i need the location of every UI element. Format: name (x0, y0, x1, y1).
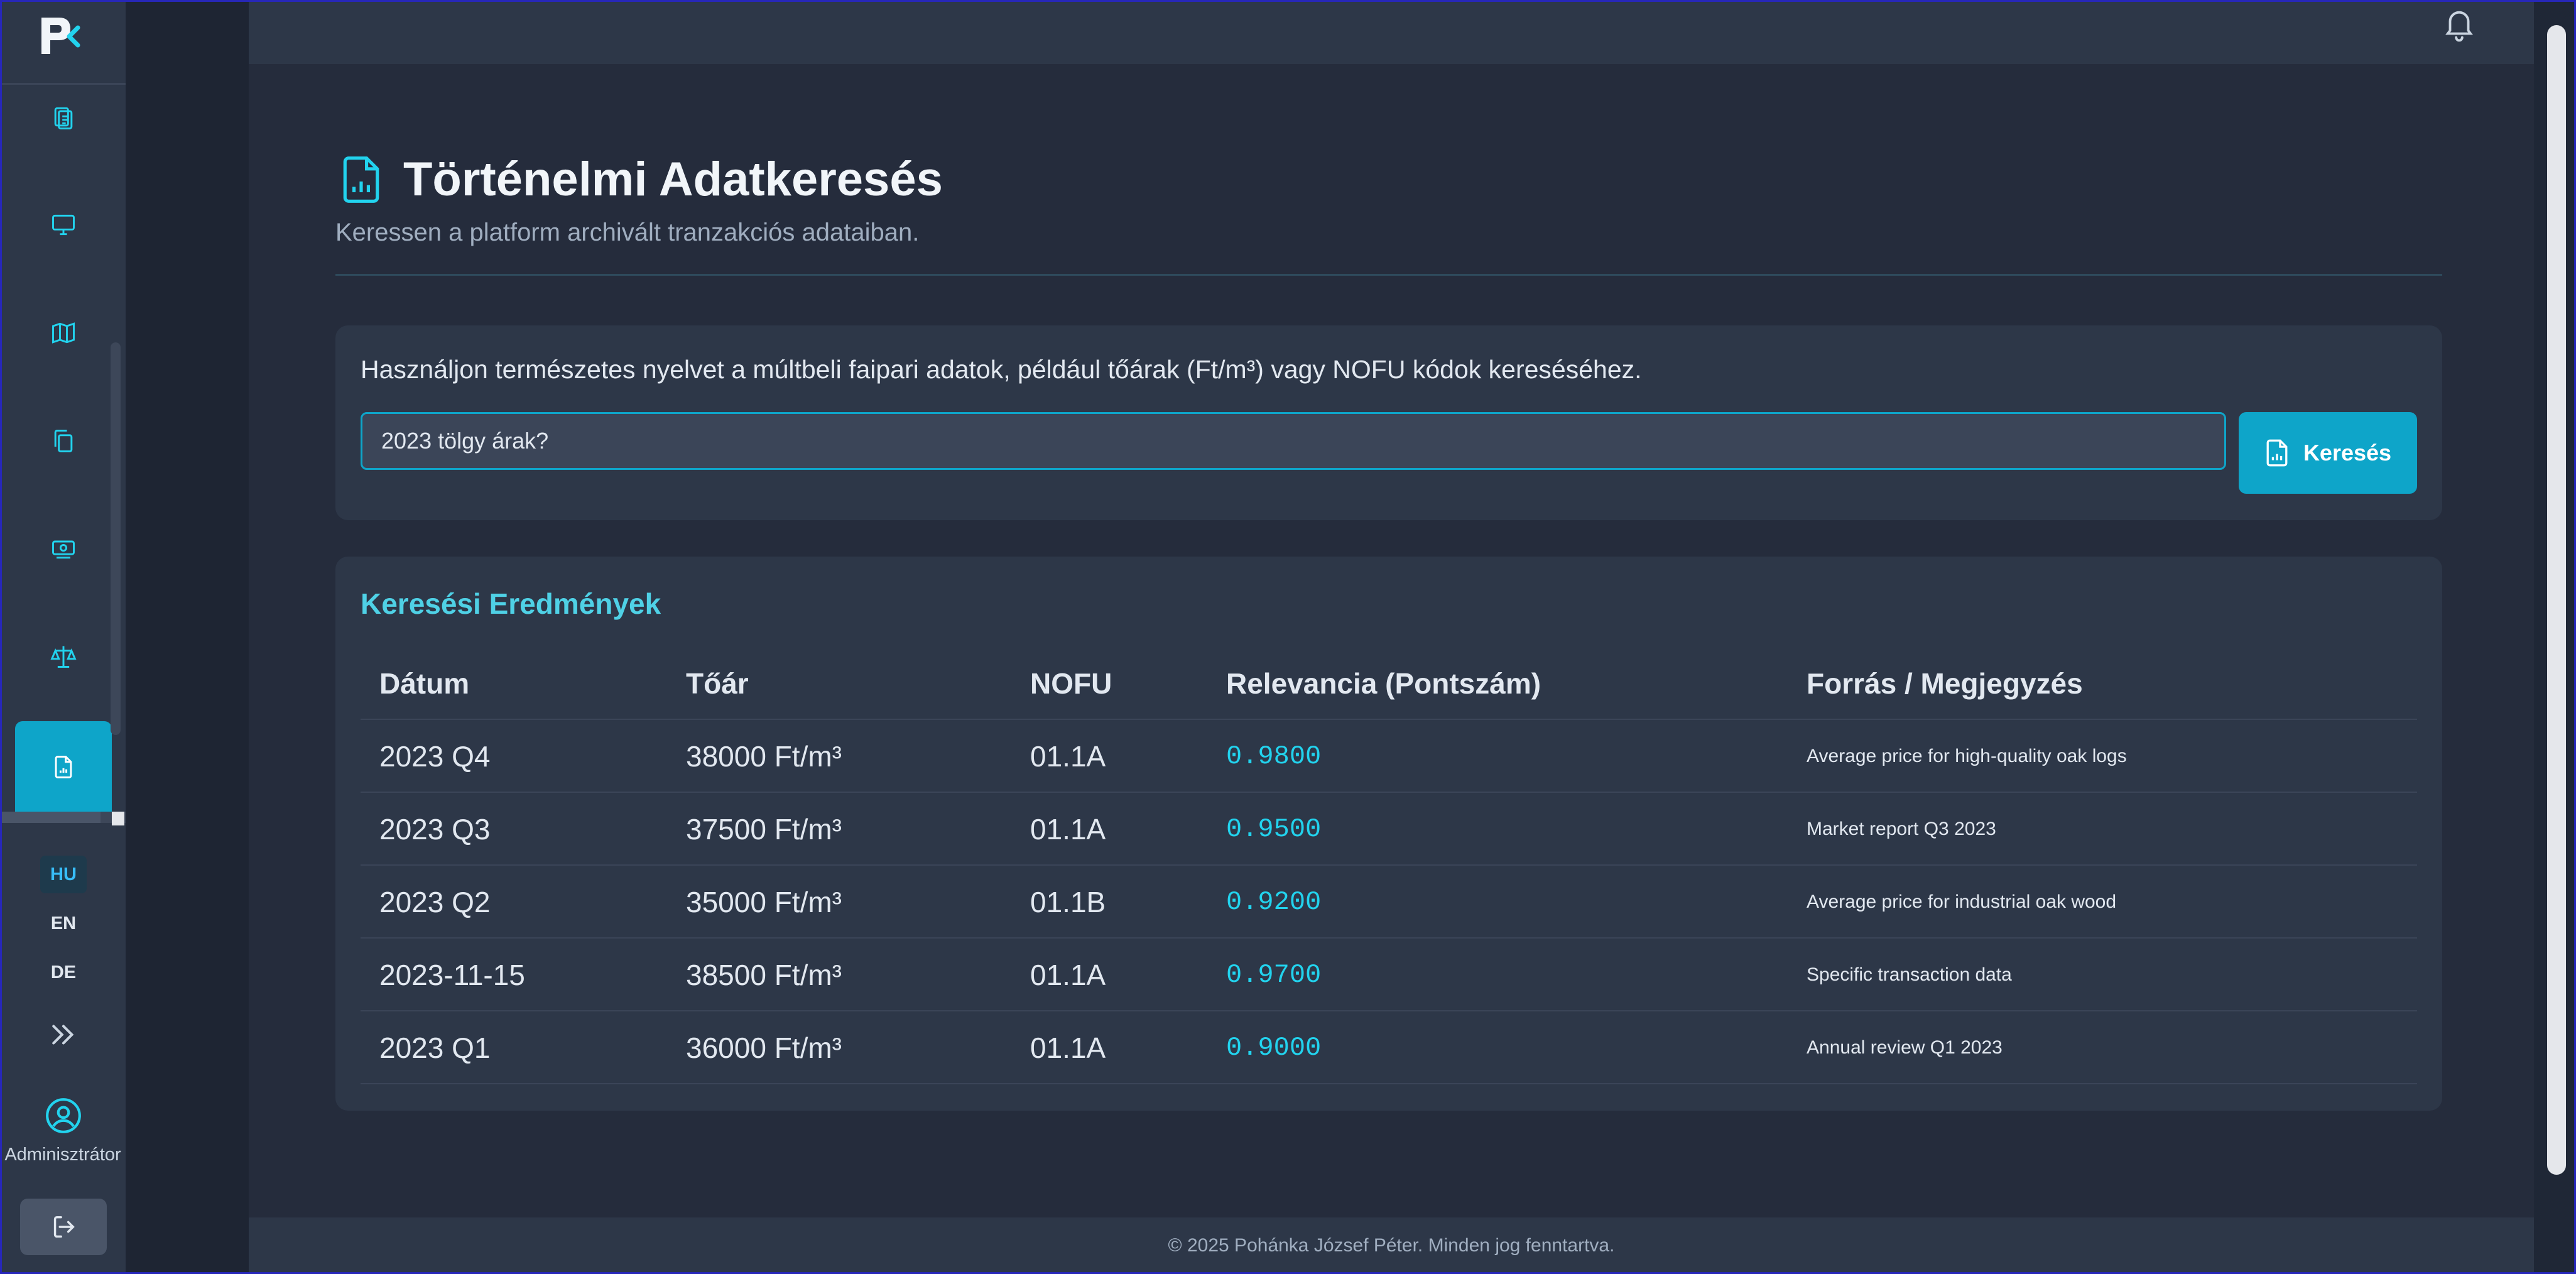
app-logo-icon[interactable] (38, 14, 82, 58)
cell-note: Average price for high-quality oak logs (1807, 746, 2127, 766)
map-icon (52, 322, 75, 344)
footer: © 2025 Pohánka József Péter. Minden jog … (249, 1217, 2534, 1274)
table-row[interactable]: 2023 Q4 38000 Ft/m³ 01.1A 0.9800 Average… (361, 720, 2417, 793)
cell-nofu: 01.1A (1030, 740, 1106, 773)
sidebar-scrollbar[interactable] (111, 342, 121, 735)
logout-button[interactable] (20, 1199, 107, 1255)
scrollbar-corner (112, 812, 124, 825)
search-hint: Használjon természetes nyelvet a múltbel… (361, 355, 1642, 384)
sidebar-item-finance[interactable] (15, 503, 112, 594)
table-row[interactable]: 2023 Q3 37500 Ft/m³ 01.1A 0.9500 Market … (361, 793, 2417, 866)
cell-nofu: 01.1B (1030, 886, 1106, 918)
search-button-label: Keresés (2303, 440, 2392, 466)
cell-price: 35000 Ft/m³ (686, 886, 842, 918)
cell-score: 0.9700 (1226, 960, 1322, 990)
column-header-source[interactable]: Forrás / Megjegyzés (1807, 647, 2083, 720)
cell-date: 2023 Q1 (379, 1032, 491, 1064)
sidebar-item-map[interactable] (15, 287, 112, 379)
cell-note: Market report Q3 2023 (1807, 819, 1996, 839)
logout-icon (53, 1216, 75, 1238)
cell-date: 2023 Q3 (379, 813, 491, 846)
column-header-nofu[interactable]: NOFU (1030, 647, 1112, 720)
monitor-icon (52, 214, 75, 236)
page-scrollbar-thumb[interactable] (2547, 25, 2566, 1175)
copy-icon (54, 430, 73, 452)
cell-price: 37500 Ft/m³ (686, 813, 842, 846)
cell-date: 2023 Q2 (379, 886, 491, 918)
cell-nofu: 01.1A (1030, 1032, 1106, 1064)
table-row[interactable]: 2023 Q2 35000 Ft/m³ 01.1B 0.9200 Average… (361, 866, 2417, 939)
column-header-relevance[interactable]: Relevancia (Pontszám) (1226, 647, 1541, 720)
cell-price: 36000 Ft/m³ (686, 1032, 842, 1064)
sidebar-item-contracts[interactable] (15, 72, 112, 163)
language-de[interactable]: DE (40, 954, 87, 991)
cell-score: 0.9500 (1226, 814, 1322, 844)
search-button[interactable]: Keresés (2239, 412, 2417, 494)
cell-note: Specific transaction data (1807, 964, 2012, 985)
cell-score: 0.9000 (1226, 1033, 1322, 1063)
user-role-label: Adminisztrátor (4, 1145, 121, 1165)
header-divider (335, 274, 2442, 276)
column-header-price[interactable]: Tőár (686, 647, 749, 720)
sidebar-item-historical-search[interactable] (15, 721, 112, 813)
sidebar-item-documents[interactable] (15, 395, 112, 487)
report-icon (2266, 439, 2288, 467)
cell-price: 38500 Ft/m³ (686, 959, 842, 991)
report-icon (55, 756, 72, 778)
sidebar-item-dashboard[interactable] (15, 179, 112, 271)
table-row[interactable]: 2023-11-15 38500 Ft/m³ 01.1A 0.9700 Spec… (361, 939, 2417, 1011)
cell-date: 2023 Q4 (379, 740, 491, 773)
cell-note: Average price for industrial oak wood (1807, 891, 2117, 912)
sidebar-item-legal[interactable] (15, 611, 112, 702)
column-header-date[interactable]: Dátum (379, 647, 469, 720)
user-avatar-icon[interactable] (44, 1096, 83, 1135)
bell-icon[interactable] (2441, 6, 2477, 43)
sidebar: HU EN DE Adminisztrátor (0, 0, 126, 1274)
results-title: Keresési Eredmények (361, 587, 661, 620)
page-title: Történelmi Adatkeresés (403, 153, 943, 206)
language-hu[interactable]: HU (40, 856, 87, 893)
cell-note: Annual review Q1 2023 (1807, 1037, 2003, 1058)
money-icon (52, 540, 75, 559)
cell-score: 0.9200 (1226, 887, 1322, 917)
scale-icon (50, 646, 77, 668)
report-icon (343, 156, 379, 203)
cell-nofu: 01.1A (1030, 959, 1106, 991)
search-input[interactable] (361, 412, 2226, 470)
cell-score: 0.9800 (1226, 741, 1322, 771)
cell-price: 38000 Ft/m³ (686, 740, 842, 773)
cell-date: 2023-11-15 (379, 959, 525, 991)
sidebar-gutter (126, 0, 249, 1274)
sidebar-horizontal-scroll-thumb[interactable] (0, 812, 101, 823)
page-subtitle: Keressen a platform archivált tranzakció… (335, 219, 920, 246)
clipboard-icon (54, 107, 73, 129)
table-row[interactable]: 2023 Q1 36000 Ft/m³ 01.1A 0.9000 Annual … (361, 1011, 2417, 1084)
language-en[interactable]: EN (40, 905, 87, 942)
table-header-row: Dátum Tőár NOFU Relevancia (Pontszám) Fo… (361, 647, 2417, 720)
cell-nofu: 01.1A (1030, 813, 1106, 846)
top-bar (249, 0, 2534, 64)
chevrons-right-icon[interactable] (46, 1018, 80, 1052)
